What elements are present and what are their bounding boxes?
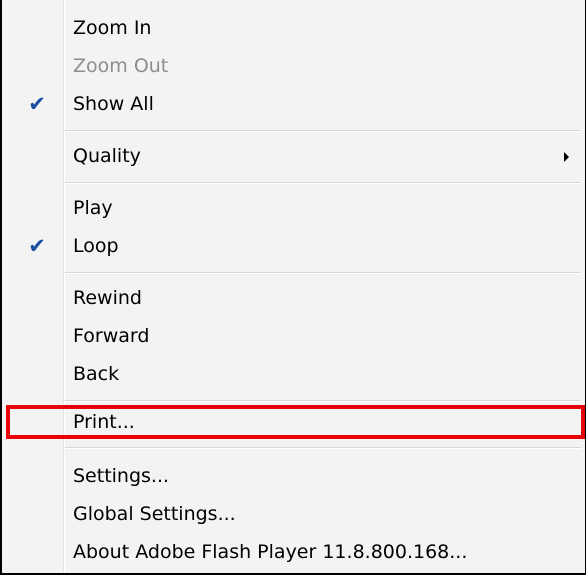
menu-item-about[interactable]: About Adobe Flash Player 11.8.800.168... [2,534,584,571]
menu-item-back[interactable]: Back [2,356,584,393]
check-icon [27,228,47,265]
menu-item-label: Forward [73,325,150,347]
menu-item-label: Loop [73,235,119,257]
menu-item-label: Rewind [73,287,142,309]
menu-item-quality[interactable]: Quality [2,138,584,175]
menu-item-label: Zoom Out [73,55,169,77]
submenu-arrow-icon [564,152,569,162]
menu-item-play[interactable]: Play [2,190,584,227]
context-menu: Zoom In Zoom Out Show All Quality Play L… [0,0,586,575]
menu-item-label: Global Settings... [73,503,236,525]
menu-separator [65,447,581,449]
menu-separator [65,272,581,274]
menu-item-label: Quality [73,145,141,167]
menu-item-label: About Adobe Flash Player 11.8.800.168... [73,541,468,563]
menu-separator [65,400,581,402]
menu-item-zoom-out: Zoom Out [2,48,584,85]
menu-item-label: Show All [73,93,154,115]
menu-item-global-settings[interactable]: Global Settings... [2,496,584,533]
menu-item-label: Play [73,197,113,219]
menu-item-settings[interactable]: Settings... [2,458,584,495]
menu-separator [65,130,581,132]
check-icon [27,86,47,123]
menu-item-zoom-in[interactable]: Zoom In [2,10,584,47]
menu-item-label: Settings... [73,465,170,487]
menu-item-print[interactable]: Print... [2,404,584,441]
menu-item-label: Zoom In [73,17,152,39]
menu-item-loop[interactable]: Loop [2,228,584,265]
menu-item-label: Back [73,363,120,385]
menu-item-rewind[interactable]: Rewind [2,280,584,317]
menu-item-show-all[interactable]: Show All [2,86,584,123]
menu-item-forward[interactable]: Forward [2,318,584,355]
menu-separator [65,182,581,184]
menu-item-label: Print... [73,411,135,433]
